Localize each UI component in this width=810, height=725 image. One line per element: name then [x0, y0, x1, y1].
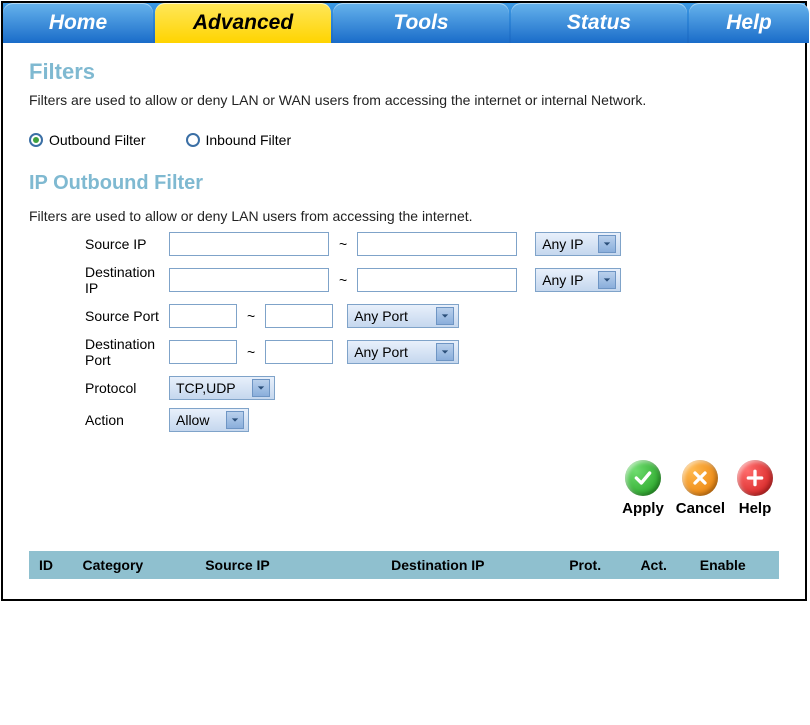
- select-value: Allow: [176, 412, 209, 428]
- chevron-down-icon: [436, 343, 454, 361]
- radio-inbound-label: Inbound Filter: [206, 132, 292, 148]
- apply-button[interactable]: Apply: [622, 460, 664, 517]
- protocol-select[interactable]: TCP,UDP: [169, 376, 275, 400]
- dest-ip-end-input[interactable]: [357, 268, 517, 292]
- dest-port-mode-select[interactable]: Any Port: [347, 340, 459, 364]
- col-protocol: Prot.: [569, 557, 640, 573]
- apply-label: Apply: [622, 500, 664, 517]
- col-id: ID: [35, 557, 83, 573]
- action-select[interactable]: Allow: [169, 408, 249, 432]
- outbound-filter-form: Source IP ~ Any IP Destination IP ~ Any …: [29, 232, 779, 432]
- label-destination-ip: Destination IP: [29, 264, 169, 296]
- select-value: TCP,UDP: [176, 380, 236, 396]
- col-dest-ip: Destination IP: [391, 557, 569, 573]
- select-value: Any IP: [542, 236, 583, 252]
- source-ip-start-input[interactable]: [169, 232, 329, 256]
- plus-icon: [737, 460, 773, 496]
- router-admin-frame: Home Advanced Tools Status Help Filters …: [1, 1, 807, 601]
- ip-outbound-description: Filters are used to allow or deny LAN us…: [29, 207, 779, 226]
- select-value: Any Port: [354, 308, 408, 324]
- tab-home[interactable]: Home: [3, 3, 153, 43]
- radio-inbound-filter[interactable]: Inbound Filter: [186, 132, 292, 148]
- dest-port-start-input[interactable]: [169, 340, 237, 364]
- tab-advanced[interactable]: Advanced: [155, 3, 331, 43]
- chevron-down-icon: [226, 411, 244, 429]
- rule-table-header: ID Category Source IP Destination IP Pro…: [29, 551, 779, 579]
- dest-ip-start-input[interactable]: [169, 268, 329, 292]
- radio-icon: [29, 133, 43, 147]
- range-separator: ~: [237, 344, 265, 360]
- source-port-start-input[interactable]: [169, 304, 237, 328]
- radio-icon: [186, 133, 200, 147]
- label-protocol: Protocol: [29, 380, 169, 396]
- radio-outbound-label: Outbound Filter: [49, 132, 146, 148]
- radio-outbound-filter[interactable]: Outbound Filter: [29, 132, 146, 148]
- chevron-down-icon: [436, 307, 454, 325]
- dest-port-end-input[interactable]: [265, 340, 333, 364]
- ip-outbound-heading: IP Outbound Filter: [29, 172, 779, 195]
- chevron-down-icon: [598, 271, 616, 289]
- cancel-label: Cancel: [676, 500, 725, 517]
- source-ip-mode-select[interactable]: Any IP: [535, 232, 621, 256]
- dest-ip-mode-select[interactable]: Any IP: [535, 268, 621, 292]
- chevron-down-icon: [598, 235, 616, 253]
- range-separator: ~: [329, 272, 357, 288]
- source-port-end-input[interactable]: [265, 304, 333, 328]
- col-enable: Enable: [700, 557, 773, 573]
- check-icon: [625, 460, 661, 496]
- content-area: Filters Filters are used to allow or den…: [3, 43, 805, 599]
- action-button-row: Apply Cancel Help: [29, 460, 779, 517]
- help-label: Help: [739, 500, 772, 517]
- x-icon: [682, 460, 718, 496]
- label-source-port: Source Port: [29, 308, 169, 324]
- label-source-ip: Source IP: [29, 236, 169, 252]
- source-ip-end-input[interactable]: [357, 232, 517, 256]
- col-category: Category: [83, 557, 206, 573]
- tab-status[interactable]: Status: [511, 3, 687, 43]
- source-port-mode-select[interactable]: Any Port: [347, 304, 459, 328]
- col-source-ip: Source IP: [205, 557, 391, 573]
- col-action: Act.: [640, 557, 699, 573]
- filters-heading: Filters: [29, 59, 779, 85]
- filters-description: Filters are used to allow or deny LAN or…: [29, 91, 779, 110]
- range-separator: ~: [237, 308, 265, 324]
- top-tab-bar: Home Advanced Tools Status Help: [3, 3, 805, 43]
- filter-direction-radios: Outbound Filter Inbound Filter: [29, 132, 779, 148]
- label-destination-port: Destination Port: [29, 336, 169, 368]
- label-action: Action: [29, 412, 169, 428]
- select-value: Any Port: [354, 344, 408, 360]
- select-value: Any IP: [542, 272, 583, 288]
- chevron-down-icon: [252, 379, 270, 397]
- help-button[interactable]: Help: [737, 460, 773, 517]
- cancel-button[interactable]: Cancel: [676, 460, 725, 517]
- range-separator: ~: [329, 236, 357, 252]
- tab-tools[interactable]: Tools: [333, 3, 509, 43]
- tab-help[interactable]: Help: [689, 3, 809, 43]
